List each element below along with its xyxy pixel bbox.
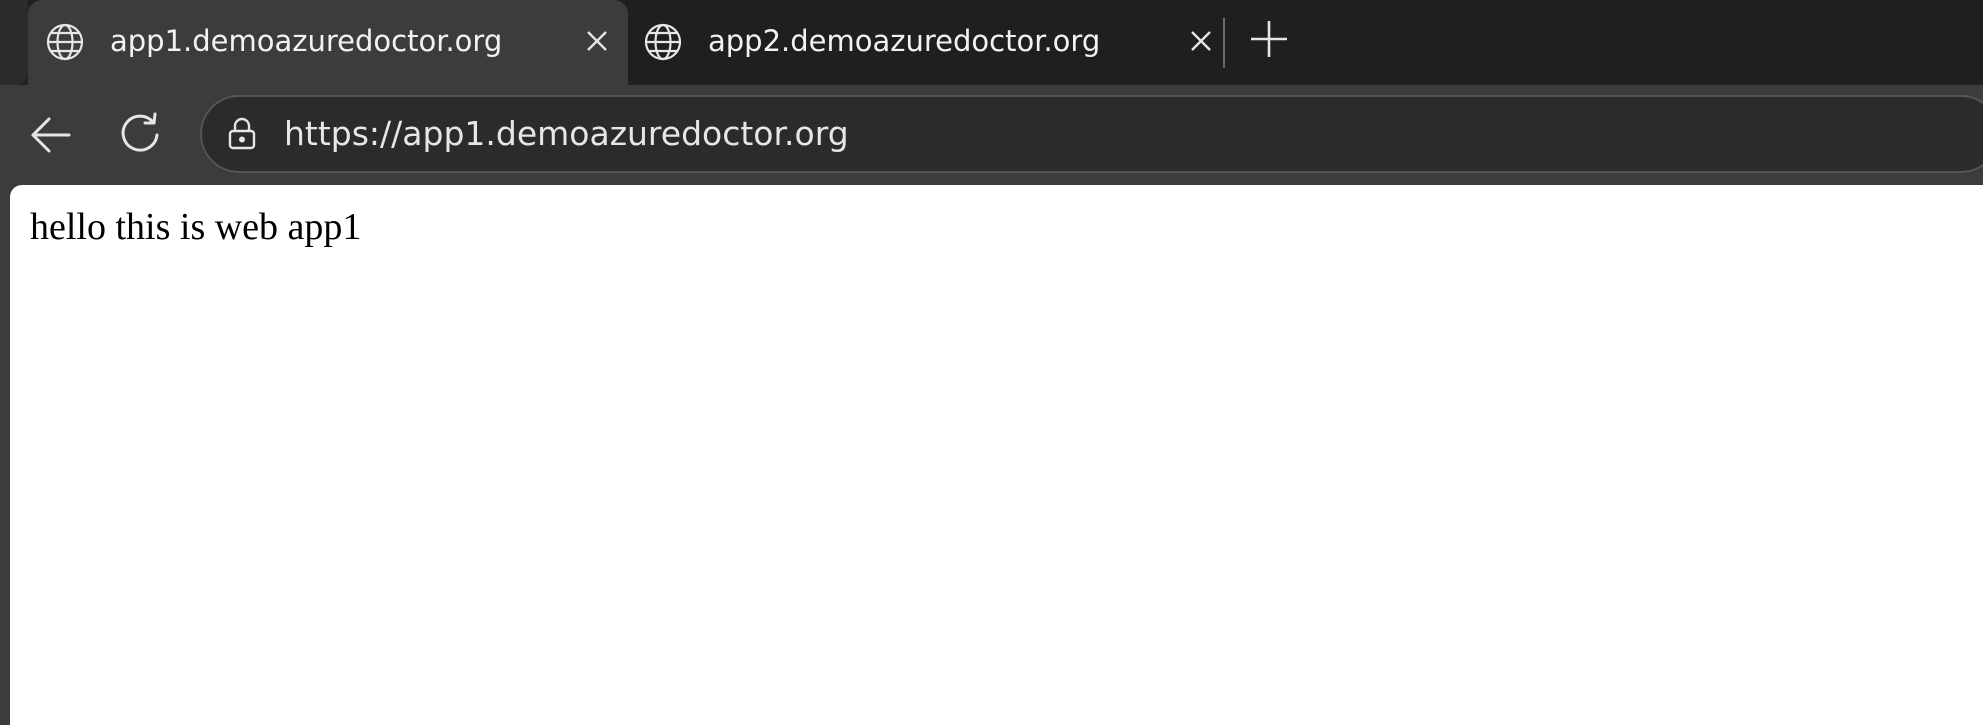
reload-icon[interactable] xyxy=(115,110,165,160)
tab-app1[interactable]: app1.demoazuredoctor.org xyxy=(28,0,628,85)
tab-title: app2.demoazuredoctor.org xyxy=(708,24,1101,58)
globe-icon xyxy=(44,21,86,63)
back-arrow-icon[interactable] xyxy=(25,110,75,160)
plus-icon[interactable] xyxy=(1248,18,1290,60)
browser-toolbar: https://app1.demoazuredoctor.org xyxy=(0,85,1983,185)
url-text[interactable]: https://app1.demoazuredoctor.org xyxy=(284,113,849,155)
tab-title: app1.demoazuredoctor.org xyxy=(110,24,503,58)
close-icon[interactable] xyxy=(1186,26,1216,56)
tab-strip: app1.demoazuredoctor.org app2.demoazured… xyxy=(0,0,1983,85)
globe-icon xyxy=(642,21,684,63)
tab-app2[interactable]: app2.demoazuredoctor.org xyxy=(628,0,1226,85)
close-icon[interactable] xyxy=(582,26,612,56)
page-body-text: hello this is web app1 xyxy=(30,206,362,248)
address-bar[interactable]: https://app1.demoazuredoctor.org xyxy=(200,95,1983,173)
tab-strip-edge xyxy=(0,0,28,85)
content-frame: hello this is web app1 xyxy=(0,185,1983,725)
lock-icon[interactable] xyxy=(224,116,260,152)
page-viewport: hello this is web app1 xyxy=(10,185,1983,725)
tab-divider xyxy=(1223,18,1225,68)
